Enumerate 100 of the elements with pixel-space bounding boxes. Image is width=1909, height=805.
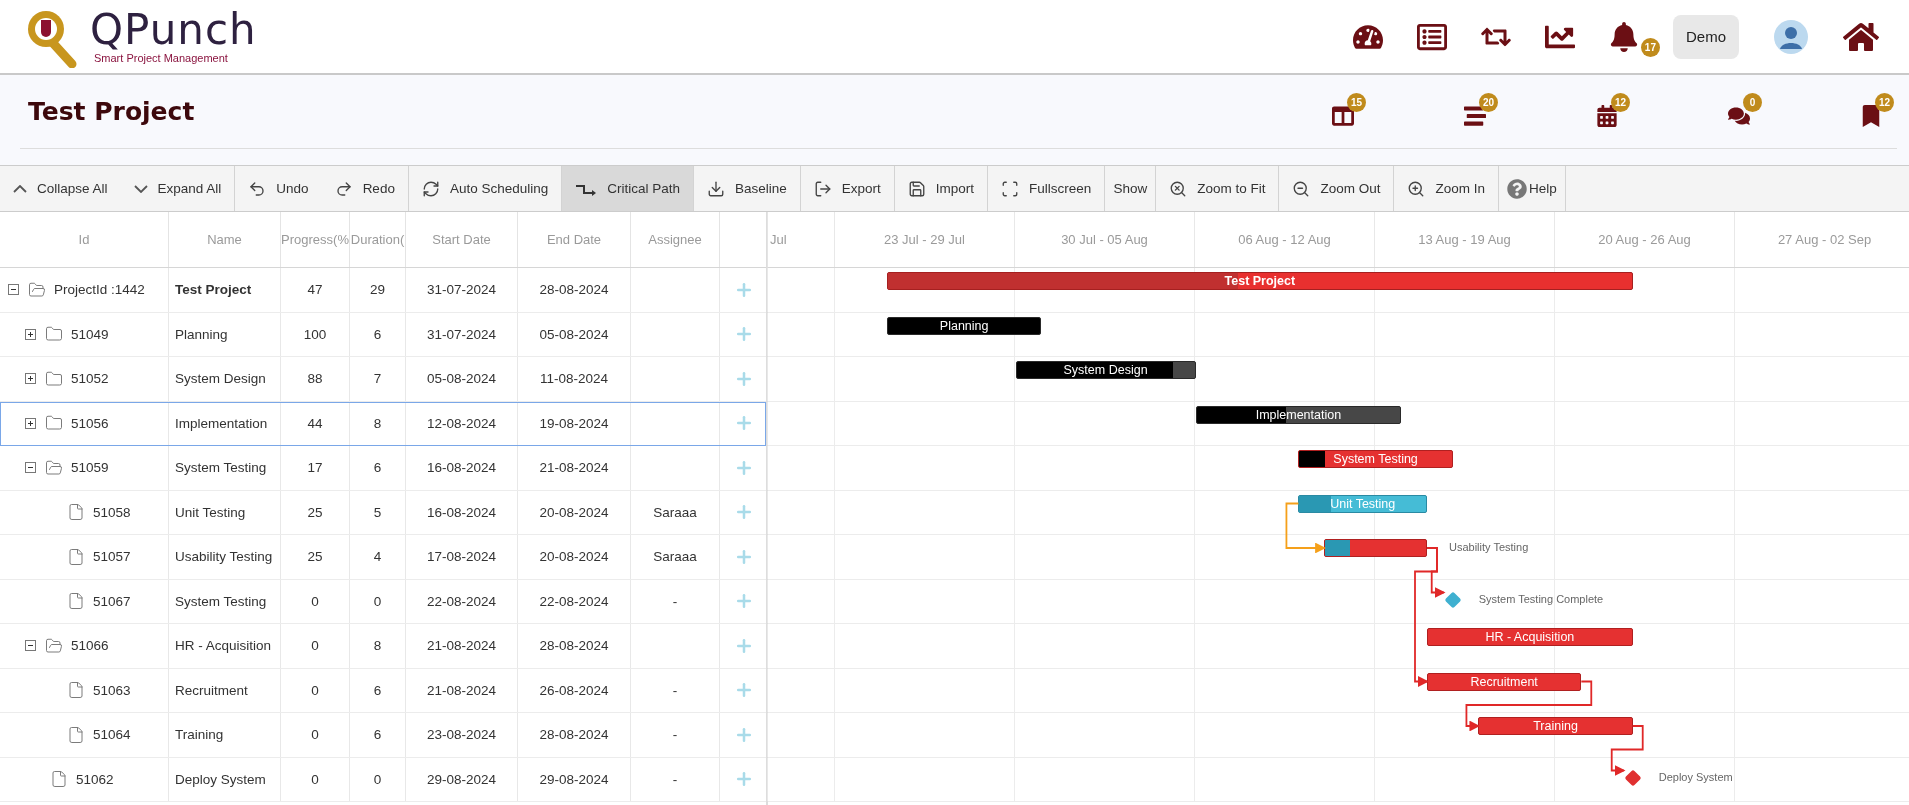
toolbar-button[interactable]: Zoom Out bbox=[1279, 166, 1394, 211]
end-date: 05-08-2024 bbox=[539, 326, 609, 342]
calendar-icon[interactable] bbox=[1596, 104, 1618, 127]
dependency-arrow[interactable] bbox=[1285, 502, 1326, 554]
milestone-marker[interactable] bbox=[1444, 591, 1462, 608]
start-date: 31-07-2024 bbox=[426, 282, 497, 298]
assignee: - bbox=[672, 593, 678, 609]
fullscreen-icon bbox=[1001, 179, 1020, 198]
expand-toggle[interactable] bbox=[25, 417, 36, 429]
toolbar-button[interactable]: Baseline bbox=[694, 166, 800, 211]
task-bar[interactable]: HR - Acquisition bbox=[1427, 628, 1633, 646]
grid-row[interactable]: 51049 Planning 100 6 31-07-2024 05-08-2024 bbox=[0, 312, 766, 357]
toolbar-button[interactable]: Import bbox=[894, 166, 988, 211]
task-id: 51066 bbox=[71, 638, 109, 654]
bar-label: Recruitment bbox=[1470, 673, 1538, 690]
task-bar[interactable]: Recruitment bbox=[1427, 672, 1582, 691]
grid-row[interactable]: 51052 System Design 88 7 05-08-2024 11-08-2024 bbox=[0, 357, 766, 402]
grid-row[interactable]: ProjectId :1442 Test Project 47 29 31-07-2024 28-08-2024 bbox=[0, 268, 766, 313]
list-icon[interactable] bbox=[1417, 21, 1447, 52]
count-badge: 12 bbox=[1610, 92, 1630, 112]
duration-value: 8 bbox=[373, 638, 382, 654]
expand-toggle[interactable] bbox=[25, 373, 36, 385]
task-name: System Testing bbox=[175, 460, 267, 476]
start-date: 12-08-2024 bbox=[426, 415, 497, 431]
logo-title: QPunch bbox=[90, 9, 257, 51]
end-date: 11-08-2024 bbox=[539, 371, 609, 387]
file-icon bbox=[50, 770, 68, 789]
progress-value: 0 bbox=[311, 771, 319, 787]
toolbar-button[interactable]: Export bbox=[800, 166, 894, 211]
grid-row[interactable]: 51056 Implementation 44 8 12-08-2024 19-08-2024 bbox=[0, 401, 766, 446]
task-id: 51064 bbox=[93, 727, 131, 743]
grid-row[interactable]: 51059 System Testing 17 6 16-08-2024 21-08-2024 bbox=[0, 446, 766, 491]
folder-icon bbox=[45, 414, 63, 433]
logo-subtitle: Smart Project Management bbox=[94, 53, 229, 64]
avatar-icon[interactable] bbox=[1773, 18, 1809, 55]
task-bar[interactable]: System Design bbox=[1015, 361, 1196, 379]
expand-toggle[interactable] bbox=[25, 328, 36, 340]
collapse-toggle[interactable] bbox=[25, 462, 36, 474]
grid-row[interactable]: 51064 Training 0 6 23-08-2024 28-08-2024 - bbox=[0, 713, 766, 758]
task-bar[interactable]: Test Project bbox=[887, 272, 1633, 290]
task-name: Training bbox=[175, 727, 224, 743]
toolbar-button[interactable]: Zoom In bbox=[1394, 166, 1498, 211]
end-date: 29-08-2024 bbox=[539, 771, 609, 787]
progress-value: 0 bbox=[311, 638, 319, 654]
bar-label: Implementation bbox=[1255, 406, 1342, 423]
assignee: - bbox=[672, 727, 678, 743]
tasks-icon[interactable] bbox=[1464, 104, 1486, 127]
dependency-arrow[interactable] bbox=[1414, 547, 1438, 687]
task-id: ProjectId :1442 bbox=[54, 282, 145, 298]
toolbar-button[interactable]: Critical Path bbox=[562, 166, 693, 211]
documents-icon[interactable] bbox=[1860, 104, 1882, 127]
start-date: 16-08-2024 bbox=[426, 504, 497, 520]
refresh-icon bbox=[421, 179, 440, 198]
toolbar-button[interactable]: Auto Scheduling bbox=[408, 166, 562, 211]
duration-value: 0 bbox=[373, 771, 382, 787]
task-id: 51067 bbox=[93, 593, 131, 609]
task-name: Planning bbox=[175, 326, 228, 342]
collapse-toggle[interactable] bbox=[8, 284, 19, 296]
grid-row[interactable]: 51067 System Testing 0 0 22-08-2024 22-08-2024 - bbox=[0, 579, 766, 624]
task-bar[interactable]: System Testing bbox=[1298, 450, 1453, 468]
task-name: Implementation bbox=[175, 415, 268, 431]
chevron-down-icon bbox=[133, 184, 148, 193]
toolbar-button[interactable]: Show bbox=[1105, 166, 1156, 211]
task-id: 51056 bbox=[71, 415, 109, 431]
duration-value: 6 bbox=[373, 727, 382, 743]
task-bar[interactable]: Planning bbox=[887, 316, 1042, 335]
grid-row[interactable]: 51057 Usability Testing 25 4 17-08-2024 20-08-2024 Saraaa bbox=[0, 535, 766, 580]
task-id: 51062 bbox=[76, 771, 114, 787]
toolbar-button[interactable]: Redo bbox=[321, 166, 408, 211]
week-label: Jul bbox=[770, 232, 787, 247]
toolbar-button[interactable]: Expand All bbox=[120, 166, 235, 211]
toolbar-button[interactable]: Collapse All bbox=[0, 166, 121, 211]
task-id: 51049 bbox=[71, 326, 109, 342]
task-bar[interactable]: Implementation bbox=[1195, 405, 1402, 424]
task-bar[interactable]: Training bbox=[1478, 717, 1633, 735]
progress-value: 0 bbox=[311, 593, 319, 609]
board-icon[interactable] bbox=[1332, 104, 1354, 127]
milestone-label: System Testing Complete bbox=[1478, 592, 1604, 605]
milestone-marker[interactable] bbox=[1624, 769, 1642, 786]
grid-row[interactable]: 51063 Recruitment 0 6 21-08-2024 26-08-2024 - bbox=[0, 668, 766, 713]
toolbar-button[interactable]: Fullscreen bbox=[988, 166, 1105, 211]
export-icon bbox=[813, 179, 832, 198]
grid-row[interactable]: 51058 Unit Testing 25 5 16-08-2024 20-08-2024 Saraaa bbox=[0, 490, 766, 535]
start-date: 22-08-2024 bbox=[426, 593, 497, 609]
bell-icon[interactable] bbox=[1609, 21, 1639, 52]
user-button[interactable]: Demo bbox=[1673, 14, 1739, 59]
week-label: 06 Aug - 12 Aug bbox=[1238, 232, 1331, 247]
end-date: 28-08-2024 bbox=[539, 727, 609, 743]
task-name: HR - Acquisition bbox=[175, 638, 272, 654]
grid-row[interactable]: 51066 HR - Acquisition 0 8 21-08-2024 28-08-2024 bbox=[0, 624, 766, 669]
week-label: 23 Jul - 29 Jul bbox=[884, 232, 965, 247]
collapse-toggle[interactable] bbox=[25, 640, 36, 652]
toolbar-button[interactable]: Undo bbox=[235, 166, 322, 211]
task-name: System Testing bbox=[175, 593, 267, 609]
dependency-arrow[interactable] bbox=[1610, 725, 1644, 776]
grid-row[interactable]: 51062 Deploy System 0 0 29-08-2024 29-08-2024 - bbox=[0, 757, 766, 802]
toolbar-button[interactable]: Help bbox=[1499, 166, 1565, 211]
milestone-label: Deploy System bbox=[1658, 770, 1733, 783]
zoom-out-icon bbox=[1292, 179, 1311, 198]
toolbar-button[interactable]: Zoom to Fit bbox=[1156, 166, 1279, 211]
